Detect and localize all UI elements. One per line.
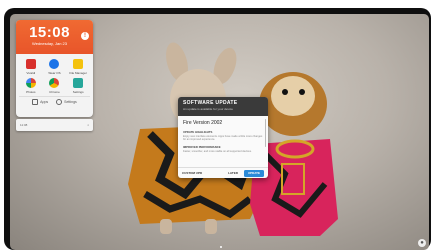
settings-icon	[73, 78, 84, 88]
app-wear-os[interactable]: Wear OS	[43, 59, 67, 75]
section-title: IMPROVED PERFORMANCE	[183, 144, 221, 149]
apps-button[interactable]: Apps	[32, 98, 48, 106]
dialog-scrollbar[interactable]	[264, 119, 266, 147]
photos-icon	[25, 78, 36, 88]
mini-card[interactable]: 11:08 ⌖	[16, 119, 93, 131]
date: Wednesday, Jan 23	[32, 41, 67, 46]
assistant-icon[interactable]: ●	[418, 239, 426, 247]
dialog-header: SOFTWARE UPDATE An update is available f…	[178, 97, 268, 116]
dialog-footer: CUSTOM UPD LATER UPDATE	[178, 167, 268, 178]
app-file-manager[interactable]: File Manager	[66, 59, 90, 75]
panel-footer: Apps Settings	[19, 96, 90, 106]
chrome-icon	[49, 78, 60, 88]
app-photos[interactable]: Photos	[19, 78, 43, 94]
file-manager-icon	[73, 59, 84, 69]
update-dialog: SOFTWARE UPDATE An update is available f…	[178, 97, 268, 178]
version-label: Fire Version 2002	[183, 120, 223, 126]
settings-button[interactable]: Settings	[56, 98, 77, 106]
wear-os-icon	[49, 59, 60, 69]
app-vivaldi[interactable]: Vivaldi	[19, 59, 43, 75]
app-settings[interactable]: Settings	[66, 78, 90, 94]
section-text: Enjoy new interface elements. Apps have …	[183, 135, 263, 142]
update-button[interactable]: UPDATE	[243, 169, 264, 177]
pin-icon[interactable]: ⌖	[87, 123, 89, 127]
vivaldi-icon	[25, 59, 36, 69]
launcher-panel: 15:08 Wednesday, Jan 23 ! Vivaldi Wear O…	[16, 20, 93, 117]
panel-header: 15:08 Wednesday, Jan 23 !	[16, 20, 93, 54]
dialog-body: Fire Version 2002 UPDATE HIGHLIGHTS Enjo…	[178, 116, 268, 153]
mini-card-text: 11:08	[20, 123, 28, 127]
home-indicator[interactable]	[220, 246, 222, 248]
dialog-title: SOFTWARE UPDATE	[183, 100, 238, 106]
notification-icon[interactable]: !	[81, 32, 89, 40]
screen: 15:08 Wednesday, Jan 23 ! Vivaldi Wear O…	[10, 14, 429, 250]
section-text: Faster, smoother, and more stable on all…	[183, 149, 252, 153]
later-button[interactable]: LATER	[228, 171, 238, 175]
clock: 15:08	[29, 24, 70, 41]
dialog-subtitle: An update is available for your device	[183, 107, 233, 111]
gear-icon	[56, 99, 63, 105]
custom-update-button[interactable]: CUSTOM UPD	[182, 171, 202, 175]
app-grid: Vivaldi Wear OS File Manager Photos Chro…	[16, 54, 93, 96]
app-chrome[interactable]: Chrome	[43, 78, 67, 94]
device-frame: 15:08 Wednesday, Jan 23 ! Vivaldi Wear O…	[4, 8, 431, 250]
section-title: UPDATE HIGHLIGHTS	[183, 130, 213, 134]
grid-icon	[32, 99, 39, 105]
